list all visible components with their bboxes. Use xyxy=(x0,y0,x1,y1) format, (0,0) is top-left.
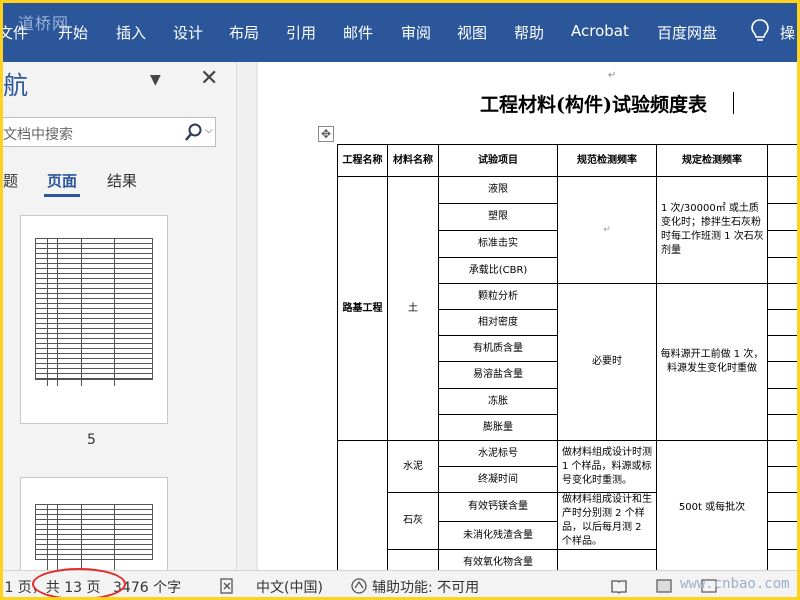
tab-pages[interactable]: 页面 xyxy=(47,170,77,191)
required-frequency-cell: 每料源开工前做 1 次，料源发生变化时重做 xyxy=(656,283,768,441)
spec-frequency-cell: 做材料组成设计和生产时分别测 2 个样品，以后每月测 2 个样品。 xyxy=(557,492,657,550)
thumbnail-page-number: 5 xyxy=(87,432,96,448)
tab-design[interactable]: 设计 xyxy=(173,22,203,43)
language-indicator[interactable]: 中文(中国) xyxy=(256,577,323,597)
test-item-cell: 冻胀 xyxy=(438,388,558,415)
test-item-cell: 未消化残渣含量 xyxy=(438,521,558,550)
tab-mailings[interactable]: 邮件 xyxy=(343,22,373,43)
tab-references[interactable]: 引用 xyxy=(286,22,316,43)
tab-view[interactable]: 视图 xyxy=(457,22,487,43)
test-item-cell: 相对密度 xyxy=(438,309,558,336)
test-item-cell: 承载比(CBR) xyxy=(438,257,558,284)
test-item-cell: 颗粒分析 xyxy=(438,283,558,310)
highlight-annotation xyxy=(32,568,126,600)
accessibility-icon[interactable] xyxy=(350,577,368,595)
spec-frequency-cell: 做材料组成设计时测 1 个样品，料源或标号变化时重测。 xyxy=(557,440,657,493)
project-cell: 路基工程 xyxy=(337,176,388,441)
header-project: 工程名称 xyxy=(337,144,388,177)
document-page: ↵ 工程材料(构件)试验频度表 ✥ 工程名称 材料名称 试验项目 规范检测频率 … xyxy=(258,62,800,570)
material-cell: 石灰 xyxy=(387,492,439,550)
document-title: 工程材料(构件)试验频度表 xyxy=(480,94,707,116)
tab-tell-me[interactable]: 操 xyxy=(780,22,795,43)
thumbnail-table xyxy=(35,504,153,560)
material-cell: 土 xyxy=(387,176,439,441)
watermark-url: www.cnbao.com xyxy=(680,576,790,592)
print-layout-icon[interactable] xyxy=(655,577,673,595)
thumbnail-table xyxy=(35,238,153,380)
accessibility-status[interactable]: 辅助功能: 不可用 xyxy=(372,577,479,597)
table-row: 水泥 水泥标号 做材料组成设计时测 1 个样品，料源或标号变化时重测。 500t… xyxy=(337,440,798,570)
tab-acrobat[interactable]: Acrobat xyxy=(571,22,629,40)
test-item-cell: 有效氧化物含量 xyxy=(438,549,558,570)
search-placeholder: 在文档中搜索 xyxy=(0,127,73,143)
tab-review[interactable]: 审阅 xyxy=(401,22,431,43)
chevron-down-icon[interactable]: ⌵ xyxy=(205,125,213,136)
tab-home[interactable]: 开始 xyxy=(58,22,88,43)
test-item-cell: 水泥标号 xyxy=(438,440,558,467)
required-frequency-cell: 1 次/30000㎡ 或土质变化时；掺拌生石灰粉时每工作班测 1 次石灰剂量 xyxy=(656,176,768,284)
table-header-row: 工程名称 材料名称 试验项目 规范检测频率 规定检测频率 xyxy=(337,144,798,177)
paragraph-mark: ↵ xyxy=(608,70,617,81)
proofing-icon[interactable] xyxy=(218,577,236,595)
frequency-table: 工程名称 材料名称 试验项目 规范检测频率 规定检测频率 路基工程 土 液限 ↵… xyxy=(337,144,798,570)
tab-headings[interactable]: 标题 xyxy=(0,170,18,191)
test-item-cell: 塑限 xyxy=(438,203,558,231)
spec-frequency-cell: ↵ xyxy=(557,176,657,284)
nav-scrollbar[interactable] xyxy=(236,62,256,570)
navigation-pane: 导航 ▼ ✕ 在文档中搜索 ⌵ 标题 页面 结果 5 xyxy=(0,62,236,571)
test-item-cell: 易溶盐含量 xyxy=(438,361,558,389)
test-item-cell: 膨胀量 xyxy=(438,414,558,441)
tab-layout[interactable]: 布局 xyxy=(229,22,259,43)
search-input[interactable]: 在文档中搜索 ⌵ xyxy=(0,117,216,147)
close-icon[interactable]: ✕ xyxy=(200,66,218,91)
required-frequency-cell: 500t 或每批次 xyxy=(656,440,768,570)
material-cell: 水泥 xyxy=(387,440,439,493)
test-item-cell: 液限 xyxy=(438,176,558,204)
search-icon[interactable] xyxy=(185,122,203,142)
text-cursor xyxy=(733,92,734,114)
document-area: ↵ 工程材料(构件)试验频度表 ✥ 工程名称 材料名称 试验项目 规范检测频率 … xyxy=(256,62,800,570)
header-material: 材料名称 xyxy=(387,144,439,177)
page-thumbnail[interactable] xyxy=(20,215,168,424)
lightbulb-icon[interactable] xyxy=(749,18,771,44)
header-spec-frequency: 规范检测频率 xyxy=(557,144,657,177)
table-move-handle-icon[interactable]: ✥ xyxy=(318,126,334,142)
tab-results[interactable]: 结果 xyxy=(107,170,137,191)
tab-file[interactable]: 文件 xyxy=(0,22,28,43)
test-item-cell: 标准击实 xyxy=(438,230,558,258)
tab-help[interactable]: 帮助 xyxy=(514,22,544,43)
test-item-cell: 有效钙镁含量 xyxy=(438,491,558,523)
active-tab-underline xyxy=(44,194,80,197)
ribbon: 道桥网 文件 开始 插入 设计 布局 引用 邮件 审阅 视图 帮助 Acroba… xyxy=(0,0,800,62)
page-thumbnail[interactable] xyxy=(20,477,168,571)
nav-title: 导航 xyxy=(0,71,29,100)
spec-frequency-cell: 必要时 xyxy=(557,283,657,441)
nav-options-icon[interactable]: ▼ xyxy=(150,72,161,88)
header-required-frequency: 规定检测频率 xyxy=(656,144,768,177)
tab-insert[interactable]: 插入 xyxy=(116,22,146,43)
test-item-cell: 有机质含量 xyxy=(438,335,558,362)
header-test-item: 试验项目 xyxy=(438,144,558,177)
table-row: 路基工程 土 液限 ↵ 1 次/30000㎡ 或土质变化时；掺拌生石灰粉时每工作… xyxy=(337,176,798,441)
read-mode-icon[interactable] xyxy=(610,577,628,595)
test-item-cell: 终凝时间 xyxy=(438,466,558,493)
tab-baidu-netdisk[interactable]: 百度网盘 xyxy=(657,22,717,43)
